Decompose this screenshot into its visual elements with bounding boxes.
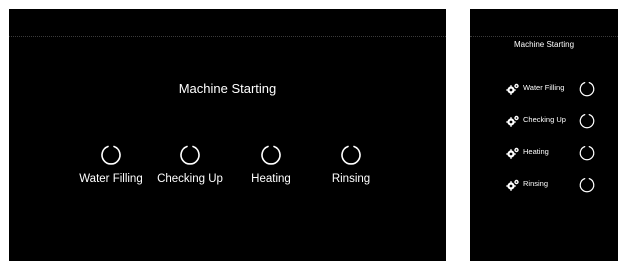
spinner-icon [261,145,281,165]
stage-label: Heating [523,147,549,156]
machine-starting-panel-narrow: Machine Starting Water Filling Checking … [470,9,618,261]
stage-row-heating: Heating [470,144,618,164]
gears-icon [506,179,519,191]
spinner-icon [341,145,361,165]
spinner-icon [101,145,121,165]
spinner-icon [579,82,595,97]
header-divider [9,36,446,37]
stage-rinsing: Rinsing [301,143,401,185]
spinner-icon [579,178,595,193]
stage-row-checking-up: Checking Up [470,112,618,132]
gears-icon [506,83,519,95]
gears-icon [506,147,519,159]
stage-label: Water Filling [523,83,565,92]
stage-label: Rinsing [331,173,371,185]
header-divider [470,36,618,37]
stage-label: Rinsing [523,179,549,188]
spinner-icon [579,146,595,161]
panel-title: Machine Starting [513,40,575,49]
stage-label: Checking Up [523,115,566,124]
spinner-icon [579,114,595,129]
stage-row-water-filling: Water Filling [470,80,618,100]
machine-starting-panel-wide: Machine Starting Water Filling Checking … [9,9,446,261]
gears-icon [506,115,519,127]
stage-row-rinsing: Rinsing [470,176,618,196]
panel-title: Machine Starting [178,81,277,96]
spinner-icon [180,145,200,165]
